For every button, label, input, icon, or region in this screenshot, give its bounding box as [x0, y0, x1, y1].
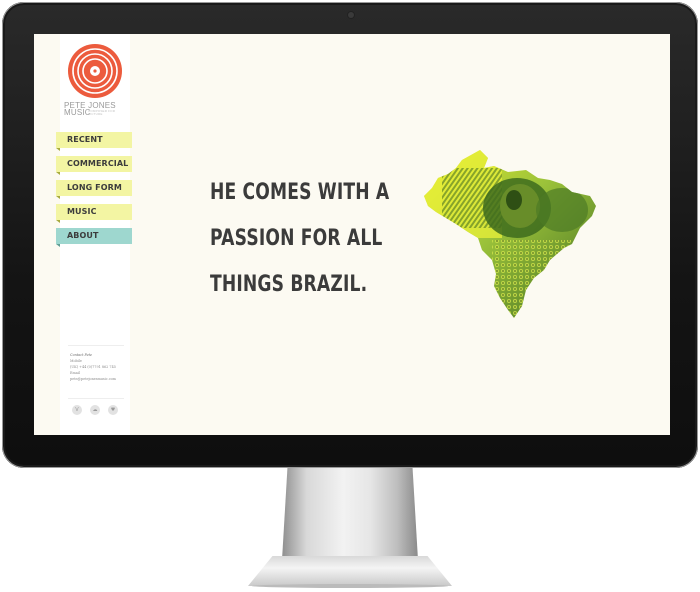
headline-line-1: HE COMES WITH A — [210, 180, 390, 205]
nav-item-commercial[interactable]: COMMERCIAL — [56, 156, 132, 175]
brand-name[interactable]: PETE JONES MUSIC COMPOSER FOR PICTURE — [64, 102, 130, 117]
webcam — [348, 12, 354, 18]
screen: PETE JONES MUSIC COMPOSER FOR PICTURE RE… — [34, 34, 670, 435]
vinyl-record-logo-icon[interactable] — [67, 43, 123, 99]
brand-tagline: COMPOSER FOR PICTURE — [88, 109, 116, 116]
sidebar: PETE JONES MUSIC COMPOSER FOR PICTURE RE… — [56, 34, 132, 435]
twitter-icon[interactable]: ♥ — [108, 405, 118, 415]
monitor-stand-neck — [282, 468, 418, 560]
nav-item-long-form[interactable]: LONG FORM — [56, 180, 132, 199]
email-link[interactable]: pete@petejonesmusic.com — [70, 376, 128, 382]
headline-line-3: THINGS BRAZIL. — [210, 272, 368, 297]
stand-shadow — [252, 584, 448, 588]
social-links: V ☁ ♥ — [72, 405, 118, 415]
vimeo-icon[interactable]: V — [72, 405, 82, 415]
hero-headline: HE COMES WITH A PASSION FOR ALL THINGS B… — [210, 170, 390, 308]
nav-item-about[interactable]: ABOUT — [56, 228, 132, 247]
main-nav: RECENT COMMERCIAL LONG FORM MUSIC ABOUT — [56, 132, 136, 252]
brazil-map-image — [424, 150, 596, 318]
divider — [68, 398, 124, 399]
nav-item-recent[interactable]: RECENT — [56, 132, 132, 151]
monitor-stand-base — [248, 556, 452, 586]
divider — [68, 345, 124, 346]
nav-item-music[interactable]: MUSIC — [56, 204, 132, 223]
soundcloud-icon[interactable]: ☁ — [90, 405, 100, 415]
monitor-bezel: PETE JONES MUSIC COMPOSER FOR PICTURE RE… — [2, 2, 698, 468]
headline-line-2: PASSION FOR ALL — [210, 226, 383, 251]
contact-block: Contact Pete Mobile (UK) +44 (0)7791 862… — [70, 352, 128, 382]
